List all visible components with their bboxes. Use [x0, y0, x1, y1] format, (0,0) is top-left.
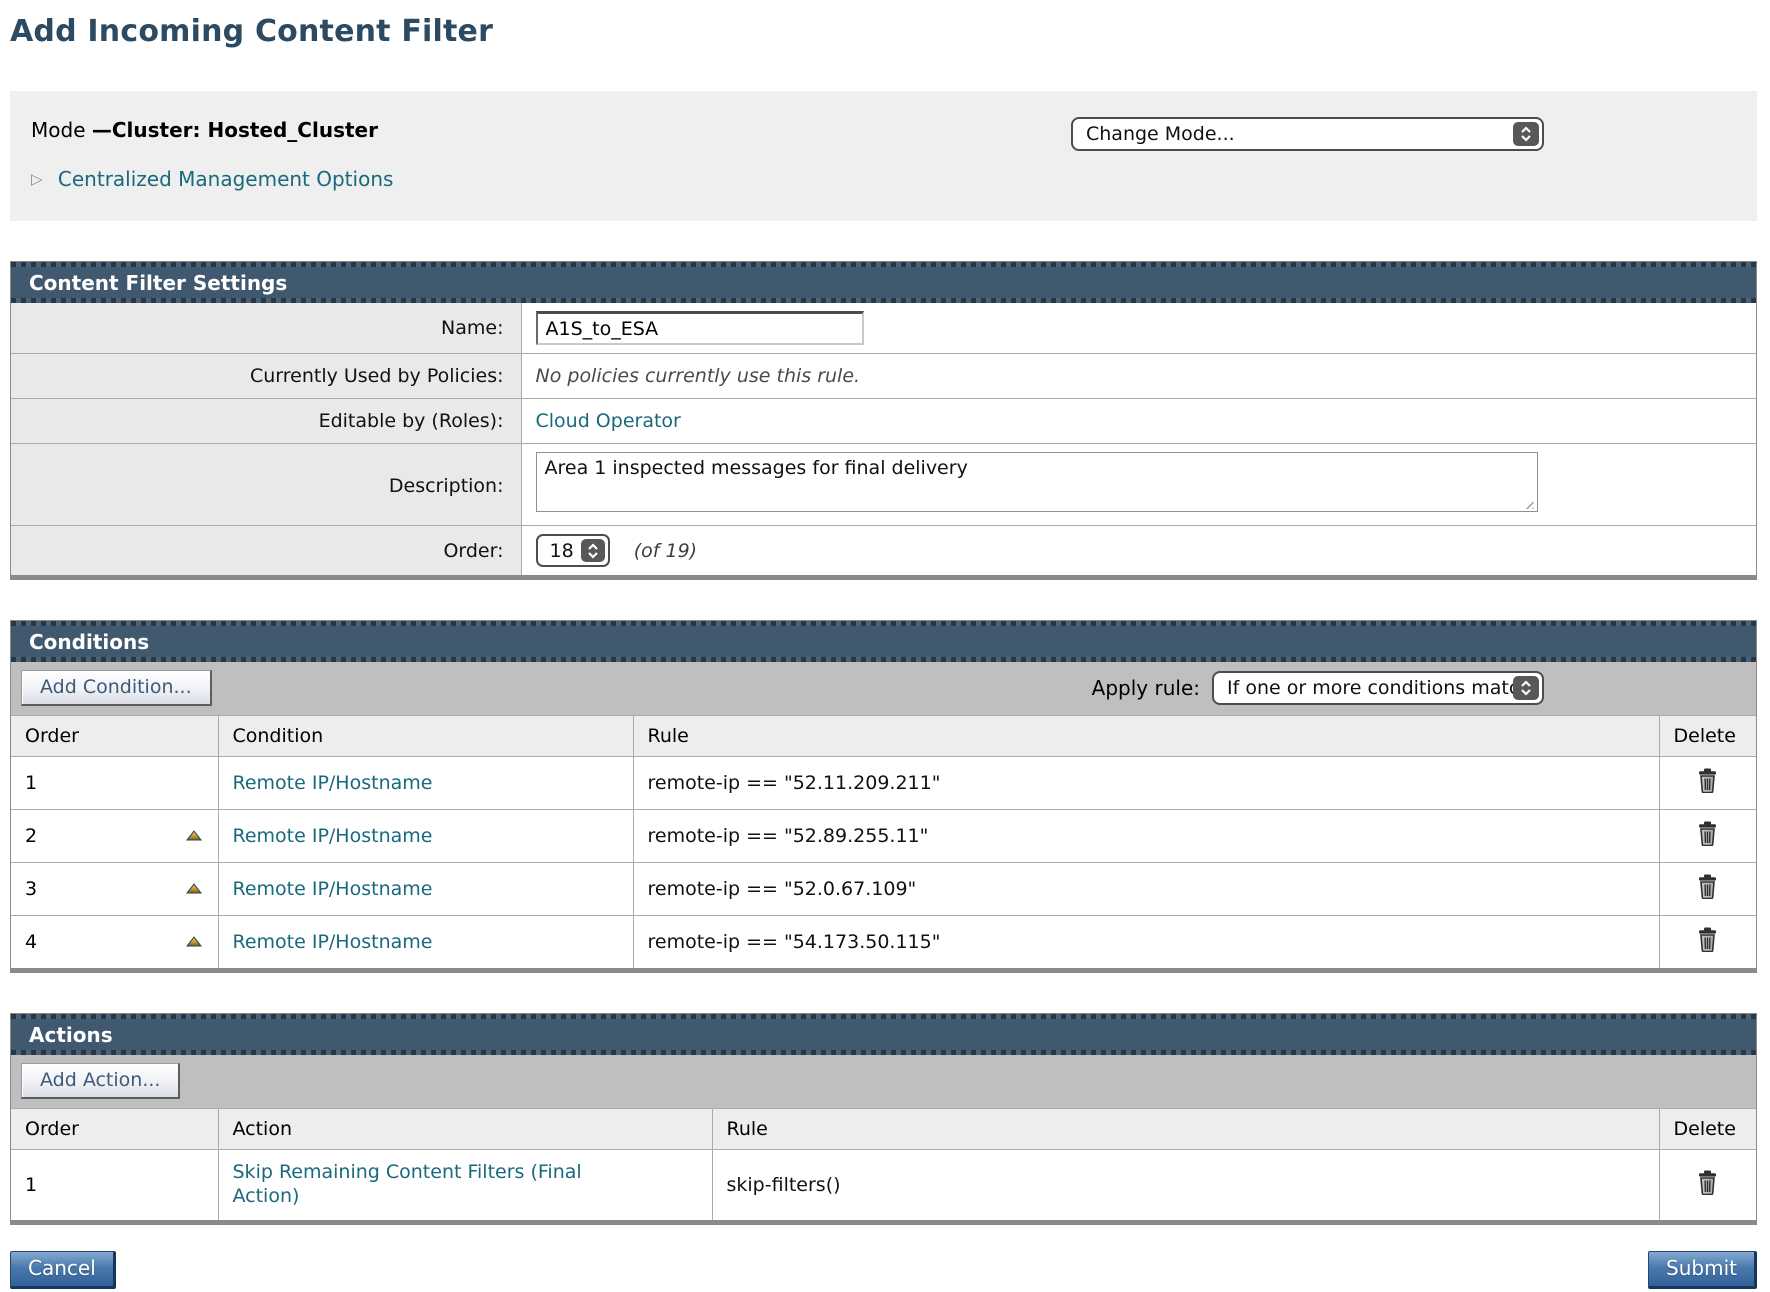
trash-icon[interactable]	[1697, 768, 1718, 793]
order-total: (of 19)	[634, 540, 697, 562]
page: Add Incoming Content Filter Mode —Cluste…	[0, 6, 1770, 1289]
sort-up-icon[interactable]	[186, 830, 202, 841]
editable-row: Editable by (Roles): Cloud Operator	[11, 399, 1756, 444]
column-header-condition: Condition	[218, 716, 633, 757]
trash-icon[interactable]	[1697, 874, 1718, 899]
column-header-order: Order	[11, 1109, 218, 1150]
table-row: 4 Remote IP/Hostname remote-ip == "54.17…	[11, 916, 1756, 969]
conditions-table: Order Condition Rule Delete 1 Remote IP/…	[11, 715, 1756, 968]
row-order: 1	[25, 1174, 37, 1196]
apply-rule-label: Apply rule:	[1092, 676, 1200, 700]
actions-table: Order Action Rule Delete 1 Skip Remainin…	[11, 1108, 1756, 1220]
column-header-rule: Rule	[712, 1109, 1659, 1150]
column-header-delete: Delete	[1659, 1109, 1756, 1150]
apply-rule-select-value: If one or more conditions match	[1227, 677, 1531, 699]
settings-table: Name: Currently Used by Policies: No pol…	[11, 303, 1756, 575]
condition-link[interactable]: Remote IP/Hostname	[233, 772, 433, 794]
rule-text: skip-filters()	[712, 1150, 1659, 1220]
column-header-rule: Rule	[633, 716, 1659, 757]
content-filter-settings-header: Content Filter Settings	[11, 262, 1756, 303]
name-row: Name:	[11, 303, 1756, 354]
submit-button[interactable]: Submit	[1648, 1251, 1757, 1289]
rule-text: remote-ip == "52.11.209.211"	[633, 757, 1659, 810]
conditions-header: Conditions	[11, 621, 1756, 662]
editable-label: Editable by (Roles):	[11, 399, 521, 444]
disclosure-triangle-icon[interactable]: ▷	[31, 170, 43, 188]
cancel-button[interactable]: Cancel	[10, 1251, 116, 1289]
rule-text: remote-ip == "52.0.67.109"	[633, 863, 1659, 916]
policies-row: Currently Used by Policies: No policies …	[11, 354, 1756, 399]
sort-up-icon[interactable]	[186, 936, 202, 947]
policies-value: No policies currently use this rule.	[536, 365, 861, 387]
action-link[interactable]: Skip Remaining Content Filters (Final Ac…	[233, 1161, 653, 1209]
editable-roles-link[interactable]: Cloud Operator	[536, 410, 681, 432]
change-mode-select-value: Change Mode...	[1086, 123, 1235, 145]
conditions-column-headers: Order Condition Rule Delete	[11, 716, 1756, 757]
order-label: Order:	[11, 526, 521, 576]
content-filter-settings-section: Content Filter Settings Name: Currently …	[10, 261, 1757, 580]
centralized-management-row: ▷ Centralized Management Options	[31, 167, 1757, 191]
column-header-delete: Delete	[1659, 716, 1756, 757]
rule-text: remote-ip == "54.173.50.115"	[633, 916, 1659, 969]
condition-link[interactable]: Remote IP/Hostname	[233, 825, 433, 847]
rule-text: remote-ip == "52.89.255.11"	[633, 810, 1659, 863]
mode-panel: Mode —Cluster: Hosted_Cluster Change Mod…	[10, 91, 1757, 221]
order-row: Order: 18 (of 19)	[11, 526, 1756, 576]
actions-header: Actions	[11, 1014, 1756, 1055]
name-label: Name:	[11, 303, 521, 354]
description-row: Description: Area 1 inspected messages f…	[11, 444, 1756, 526]
policies-label: Currently Used by Policies:	[11, 354, 521, 399]
trash-icon[interactable]	[1697, 927, 1718, 952]
trash-icon[interactable]	[1697, 1170, 1718, 1195]
table-row: 1 Skip Remaining Content Filters (Final …	[11, 1150, 1756, 1220]
up-down-stepper-icon	[1513, 676, 1539, 700]
mode-value: —Cluster: Hosted_Cluster	[92, 118, 378, 142]
apply-rule-select[interactable]: If one or more conditions match	[1212, 671, 1544, 705]
table-row: 3 Remote IP/Hostname remote-ip == "52.0.…	[11, 863, 1756, 916]
centralized-management-options-link[interactable]: Centralized Management Options	[58, 167, 394, 191]
table-row: 2 Remote IP/Hostname remote-ip == "52.89…	[11, 810, 1756, 863]
column-header-action: Action	[218, 1109, 712, 1150]
condition-link[interactable]: Remote IP/Hostname	[233, 878, 433, 900]
page-title: Add Incoming Content Filter	[10, 6, 1757, 49]
condition-link[interactable]: Remote IP/Hostname	[233, 931, 433, 953]
conditions-toolbar: Add Condition... Apply rule: If one or m…	[11, 662, 1756, 715]
description-textarea[interactable]: Area 1 inspected messages for final deli…	[536, 452, 1538, 512]
mode-label: Mode	[31, 118, 86, 142]
actions-column-headers: Order Action Rule Delete	[11, 1109, 1756, 1150]
column-header-order: Order	[11, 716, 218, 757]
add-condition-button[interactable]: Add Condition...	[21, 670, 212, 706]
apply-rule-group: Apply rule: If one or more conditions ma…	[1092, 671, 1544, 705]
order-select[interactable]: 18	[536, 534, 610, 567]
row-order: 2	[25, 825, 37, 847]
add-action-button[interactable]: Add Action...	[21, 1063, 180, 1099]
row-order: 1	[25, 772, 37, 794]
trash-icon[interactable]	[1697, 821, 1718, 846]
name-input[interactable]	[536, 311, 864, 345]
change-mode-select[interactable]: Change Mode...	[1071, 117, 1544, 151]
footer: Cancel Submit	[10, 1251, 1757, 1289]
row-order: 4	[25, 931, 37, 953]
order-select-value: 18	[550, 540, 574, 562]
conditions-section: Conditions Add Condition... Apply rule: …	[10, 620, 1757, 973]
up-down-stepper-icon	[1513, 122, 1539, 146]
row-order: 3	[25, 878, 37, 900]
actions-toolbar: Add Action...	[11, 1055, 1756, 1108]
actions-section: Actions Add Action... Order Action Rule …	[10, 1013, 1757, 1225]
up-down-stepper-icon	[581, 539, 605, 562]
sort-up-icon[interactable]	[186, 883, 202, 894]
table-row: 1 Remote IP/Hostname remote-ip == "52.11…	[11, 757, 1756, 810]
description-label: Description:	[11, 444, 521, 526]
